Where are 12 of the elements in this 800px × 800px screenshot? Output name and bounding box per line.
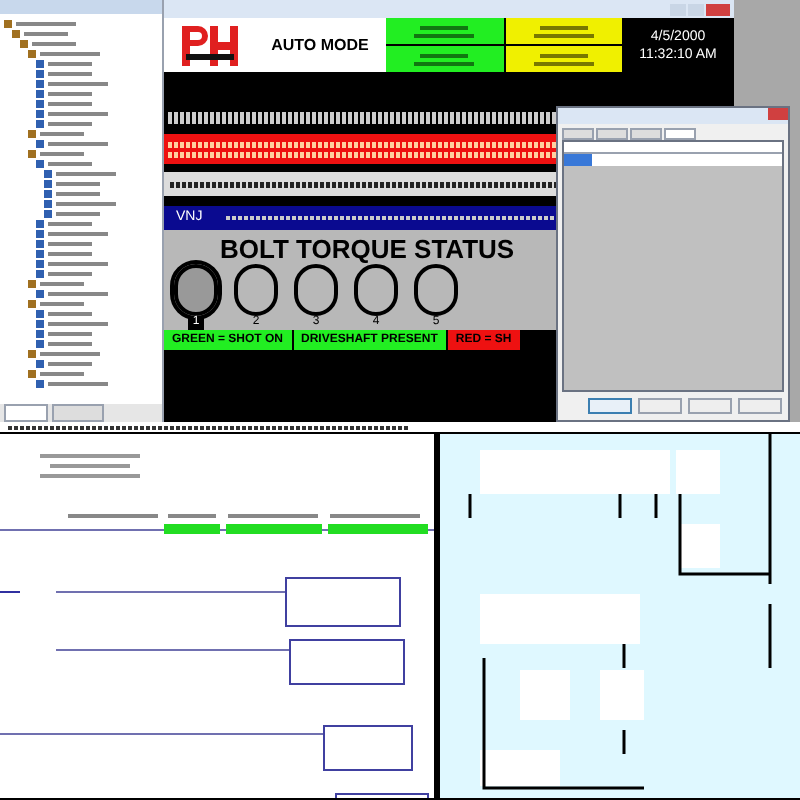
bolt-indicator[interactable] <box>294 264 338 316</box>
bolt-indicator[interactable] <box>354 264 398 316</box>
dialog-tab[interactable] <box>664 128 696 140</box>
bolt-indicator[interactable] <box>174 264 218 316</box>
close-button[interactable] <box>706 3 730 15</box>
bolt-indicator[interactable] <box>234 264 278 316</box>
ok-button[interactable] <box>588 398 632 414</box>
bolt-indicator[interactable] <box>414 264 458 316</box>
panel-tab[interactable] <box>4 404 48 422</box>
mode-indicator: AUTO MODE <box>254 18 386 72</box>
panel-title: BOLT TORQUE STATUS <box>218 234 517 264</box>
table-row[interactable] <box>564 154 782 166</box>
